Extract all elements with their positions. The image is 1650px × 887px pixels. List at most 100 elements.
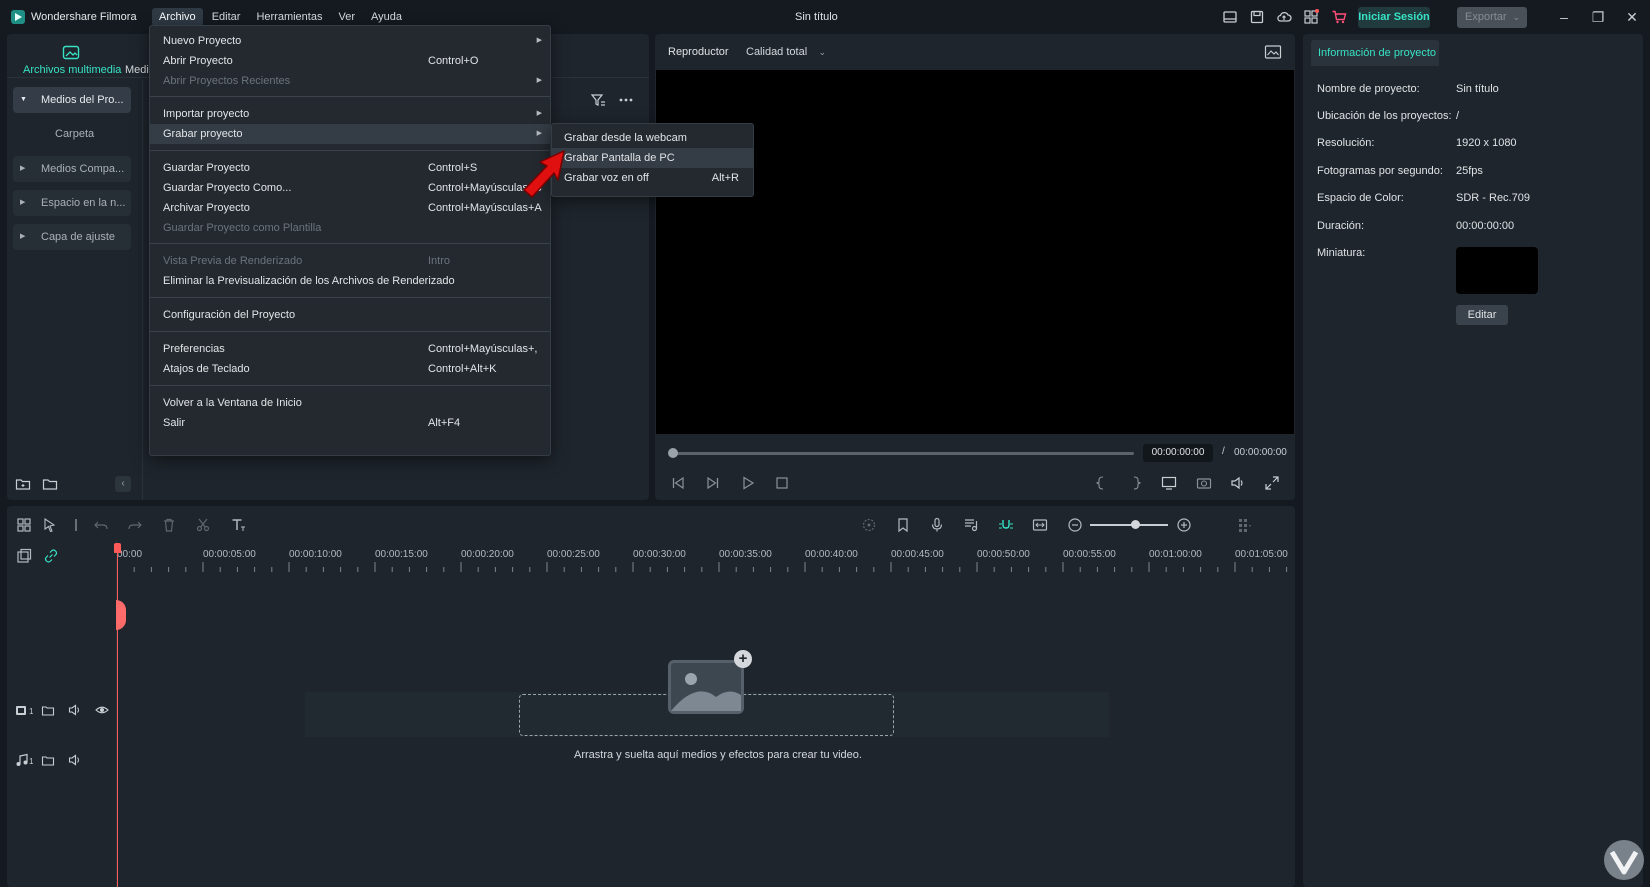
sidebar-item-cloud-space[interactable]: ▶ Espacio en la n... bbox=[13, 190, 131, 216]
minimize-icon[interactable]: – bbox=[1556, 9, 1572, 25]
lock-folder-icon[interactable] bbox=[41, 753, 55, 767]
ruler-label: 00:00:25:00 bbox=[547, 549, 600, 560]
submenu-arrow-icon: ▶ bbox=[536, 37, 542, 44]
menu-item[interactable]: Salir Alt+F4 bbox=[150, 413, 550, 433]
zoom-slider-handle[interactable] bbox=[1131, 520, 1140, 529]
close-icon[interactable]: ✕ bbox=[1624, 9, 1640, 25]
zoom-out-icon[interactable] bbox=[1067, 517, 1083, 533]
collapse-sidebar-icon[interactable]: ‹ bbox=[115, 476, 131, 492]
new-folder-icon[interactable] bbox=[15, 476, 31, 492]
save-icon[interactable] bbox=[1249, 9, 1265, 25]
playhead-handle[interactable] bbox=[114, 543, 121, 553]
marker-icon[interactable] bbox=[895, 517, 911, 533]
menu-ayuda[interactable]: Ayuda bbox=[364, 8, 409, 26]
edit-thumbnail-button[interactable]: Editar bbox=[1456, 305, 1508, 325]
submenu-item[interactable]: Grabar Pantalla de PC bbox=[552, 148, 753, 168]
menu-herramientas[interactable]: Herramientas bbox=[249, 8, 329, 26]
ruler-label: 00:01:00:00 bbox=[1149, 549, 1202, 560]
text-tool-icon[interactable] bbox=[230, 517, 246, 533]
submenu-item[interactable]: Grabar voz en off Alt+R bbox=[552, 168, 753, 188]
audio-track-mute-icon[interactable] bbox=[68, 753, 82, 767]
restore-icon[interactable]: ❐ bbox=[1590, 9, 1606, 25]
image-compare-icon[interactable] bbox=[1264, 44, 1282, 60]
stop-icon[interactable] bbox=[774, 475, 790, 491]
sidebar-item-shared-media[interactable]: ▶ Medios Compa... bbox=[13, 156, 131, 182]
microphone-icon[interactable] bbox=[929, 517, 945, 533]
add-track-icon[interactable] bbox=[16, 548, 32, 564]
layout-icon[interactable] bbox=[1222, 9, 1238, 25]
info-label-location: Ubicación de los proyectos: bbox=[1317, 110, 1452, 122]
cloud-upload-icon[interactable] bbox=[1276, 9, 1292, 25]
export-button[interactable]: Exportar ⌄ bbox=[1457, 7, 1527, 28]
lock-folder-icon[interactable] bbox=[41, 703, 55, 717]
menu-item[interactable]: Abrir Proyecto Control+O bbox=[150, 51, 550, 71]
step-back-icon[interactable] bbox=[670, 475, 686, 491]
menu-item[interactable]: Guardar Proyecto Control+S bbox=[150, 158, 550, 178]
menu-item[interactable]: Volver a la Ventana de Inicio bbox=[150, 393, 550, 413]
tab-project-info[interactable]: Información de proyecto bbox=[1311, 40, 1439, 66]
redo-icon[interactable] bbox=[127, 517, 143, 533]
menu-editar[interactable]: Editar bbox=[205, 8, 248, 26]
sidebar-item-folder[interactable]: Carpeta bbox=[55, 128, 94, 140]
menu-item[interactable]: Archivar Proyecto Control+Mayúsculas+A bbox=[150, 198, 550, 218]
zoom-slider[interactable] bbox=[1090, 524, 1168, 526]
eye-icon[interactable] bbox=[95, 703, 109, 717]
mark-in-icon[interactable] bbox=[1093, 475, 1109, 491]
more-options-icon[interactable] bbox=[618, 92, 634, 108]
folder-icon[interactable] bbox=[42, 476, 58, 492]
mark-out-icon[interactable] bbox=[1128, 475, 1144, 491]
video-track-mute-icon[interactable] bbox=[68, 703, 82, 717]
media-tab2-label[interactable]: Medi bbox=[125, 64, 149, 76]
playhead[interactable] bbox=[117, 544, 118, 887]
add-media-plus-icon[interactable]: + bbox=[734, 650, 752, 668]
info-value-name: Sin título bbox=[1456, 83, 1499, 95]
menu-item[interactable]: Preferencias Control+Mayúsculas+, bbox=[150, 339, 550, 359]
undo-icon[interactable] bbox=[93, 517, 109, 533]
zoom-in-icon[interactable] bbox=[1176, 517, 1192, 533]
current-time[interactable]: 00:00:00:00 bbox=[1143, 444, 1213, 462]
play-icon[interactable] bbox=[740, 475, 756, 491]
apps-grid-icon[interactable] bbox=[1303, 9, 1319, 25]
submenu-item[interactable]: Grabar desde la webcam bbox=[552, 128, 753, 148]
menu-item[interactable]: Guardar Proyecto Como... Control+Mayúscul… bbox=[150, 178, 550, 198]
delete-icon[interactable] bbox=[161, 517, 177, 533]
quality-select[interactable]: Calidad total ⌄ bbox=[740, 42, 832, 62]
document-title: Sin título bbox=[795, 11, 838, 23]
cart-icon[interactable] bbox=[1331, 9, 1347, 25]
grid-layout-icon[interactable] bbox=[16, 517, 32, 533]
select-tool-icon[interactable] bbox=[42, 517, 58, 533]
menu-archivo[interactable]: Archivo bbox=[152, 8, 203, 26]
menu-item[interactable]: Eliminar la Previsualización de los Arch… bbox=[150, 271, 550, 291]
link-icon[interactable] bbox=[43, 548, 59, 564]
menu-item[interactable]: Atajos de Teclado Control+Alt+K bbox=[150, 359, 550, 379]
sidebar-item-project-media[interactable]: ▼ Medios del Pro... bbox=[13, 87, 131, 113]
menu-item[interactable]: Importar proyecto ▶ bbox=[150, 104, 550, 124]
track-layout-icon[interactable] bbox=[1237, 517, 1253, 533]
menu-item[interactable]: Grabar proyecto ▶ bbox=[150, 124, 550, 144]
audio-mixer-icon[interactable] bbox=[963, 517, 979, 533]
ruler-label: 00:00:35:00 bbox=[719, 549, 772, 560]
login-button[interactable]: Iniciar Sesión bbox=[1358, 7, 1430, 28]
render-icon[interactable] bbox=[861, 517, 877, 533]
seek-handle[interactable] bbox=[668, 448, 678, 458]
fit-timeline-icon[interactable] bbox=[1032, 517, 1048, 533]
fullscreen-icon[interactable] bbox=[1264, 475, 1280, 491]
sidebar-item-adjustment-layer[interactable]: ▶ Capa de ajuste bbox=[13, 224, 131, 250]
scissors-icon[interactable] bbox=[195, 517, 211, 533]
seek-bar[interactable] bbox=[672, 452, 1134, 455]
info-label-name: Nombre de proyecto: bbox=[1317, 83, 1420, 95]
menu-item[interactable]: Configuración del Proyecto bbox=[150, 305, 550, 325]
media-tab-label[interactable]: Archivos multimedia bbox=[23, 64, 121, 76]
menu-item[interactable]: Nuevo Proyecto ▶ bbox=[150, 31, 550, 51]
menu-ver[interactable]: Ver bbox=[331, 8, 362, 26]
ruler-label: 00:00:45:00 bbox=[891, 549, 944, 560]
camera-icon[interactable] bbox=[1196, 475, 1212, 491]
media-library-icon[interactable] bbox=[62, 45, 80, 61]
info-value-color-space: SDR - Rec.709 bbox=[1456, 192, 1530, 204]
snap-icon[interactable] bbox=[998, 517, 1014, 533]
video-track-icon bbox=[15, 703, 29, 717]
display-icon[interactable] bbox=[1161, 475, 1177, 491]
filter-icon[interactable] bbox=[590, 92, 606, 108]
volume-icon[interactable] bbox=[1230, 475, 1246, 491]
step-forward-icon[interactable] bbox=[705, 475, 721, 491]
